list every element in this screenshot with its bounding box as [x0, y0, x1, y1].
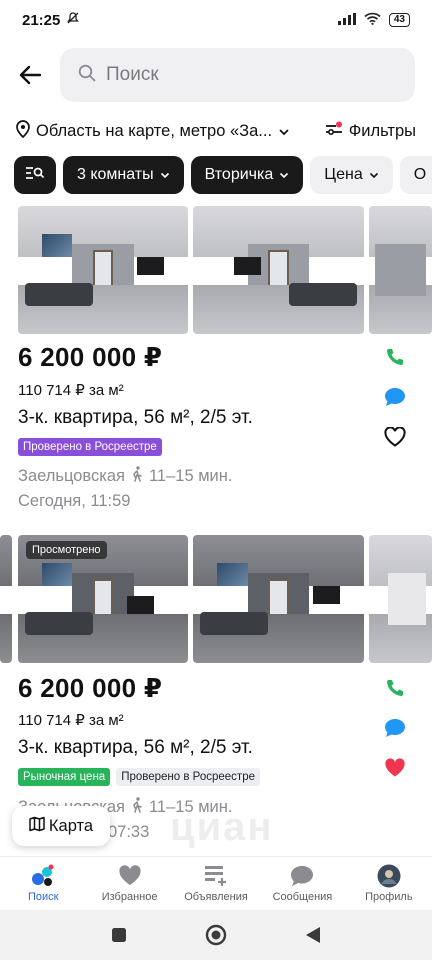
back-arrow-icon[interactable]: [18, 63, 42, 87]
chip-market-type-label: Вторичка: [204, 166, 274, 183]
heart-icon: [118, 864, 142, 888]
metro-station: Заельцовская: [18, 467, 125, 485]
listing-photo[interactable]: Просмотрено: [18, 535, 188, 663]
nav-listings[interactable]: Объявления: [173, 857, 259, 910]
chip-more-label: О: [413, 166, 427, 183]
filter-chips: 3 комнаты Вторичка Цена О: [14, 156, 432, 194]
viewed-badge: Просмотрено: [26, 541, 107, 559]
cian-watermark: циан: [170, 805, 274, 849]
market-price-badge: Рыночная цена: [18, 768, 111, 786]
chip-rooms-label: 3 комнаты: [77, 166, 154, 183]
nav-messages-label: Сообщения: [272, 891, 333, 903]
battery-icon: 43: [388, 13, 410, 27]
listing-photo[interactable]: [369, 206, 432, 334]
search-box[interactable]: [60, 48, 415, 102]
recents-icon[interactable]: [111, 927, 127, 943]
chat-icon: [290, 864, 314, 888]
listing-photo[interactable]: [369, 535, 432, 663]
nav-search-label: Поиск: [27, 891, 59, 903]
location-row: Область на карте, метро «За... Фильтры: [0, 114, 432, 148]
chip-price[interactable]: Цена: [310, 156, 393, 194]
price-per-m2: 110 714 ₽ за м²: [18, 382, 124, 399]
filters-label: Фильтры: [348, 121, 416, 140]
listing-actions: [384, 346, 406, 448]
chevron-down-icon: [369, 166, 379, 184]
signal-icon: [337, 12, 356, 29]
avatar-icon: [377, 864, 401, 888]
chat-icon[interactable]: [384, 717, 406, 739]
system-navigation-bar: [0, 910, 432, 960]
rosreestr-verified-badge: Проверено в Росреестре: [116, 768, 260, 786]
status-time-group: 21:25: [22, 11, 80, 29]
search-icon: [78, 64, 96, 87]
nav-search[interactable]: Поиск: [0, 857, 86, 910]
search-logo-icon: [30, 864, 56, 888]
list-search-icon: [25, 166, 45, 185]
chip-rooms[interactable]: 3 комнаты: [63, 156, 184, 194]
phone-icon[interactable]: [384, 346, 406, 368]
location-selector[interactable]: Область на карте, метро «За...: [16, 119, 290, 143]
back-triangle-icon[interactable]: [305, 926, 321, 944]
price-per-m2: 110 714 ₽ за м²: [18, 712, 124, 729]
listings-add-icon: [204, 864, 228, 888]
walking-icon: [131, 797, 143, 818]
search-row: [0, 46, 432, 104]
listing-price: 6 200 000 ₽: [18, 342, 163, 372]
listing-actions: [384, 677, 406, 779]
photo-gallery[interactable]: [0, 206, 432, 334]
chat-icon[interactable]: [384, 386, 406, 408]
listing-title: 3-к. квартира, 56 м², 2/5 эт.: [18, 737, 253, 758]
chip-more[interactable]: О: [399, 156, 432, 194]
filters-icon: [325, 121, 343, 142]
status-time: 21:25: [22, 11, 61, 29]
listing-tags: Проверено в Росреестре: [18, 438, 162, 456]
favorite-heart-icon[interactable]: [384, 757, 406, 779]
map-button-label: Карта: [48, 816, 94, 835]
map-button[interactable]: Карта: [12, 806, 110, 846]
listing-card[interactable]: 6 200 000 ₽ 110 714 ₽ за м² 3-к. квартир…: [0, 206, 432, 522]
listing-price: 6 200 000 ₽: [18, 673, 163, 703]
map-icon: [29, 816, 45, 837]
nav-messages[interactable]: Сообщения: [259, 857, 345, 910]
favorite-heart-icon[interactable]: [384, 426, 406, 448]
walk-time: 11–15 мин.: [148, 467, 233, 485]
wifi-icon: [364, 12, 381, 29]
photo-gallery[interactable]: Просмотрено: [0, 535, 432, 663]
listing-photo[interactable]: [193, 206, 364, 334]
listing-date: Сегодня, 11:59: [18, 492, 131, 510]
chevron-down-icon: [160, 166, 170, 184]
rosreestr-verified-badge: Проверено в Росреестре: [18, 438, 162, 456]
nav-profile-label: Профиль: [365, 891, 413, 903]
status-bar: 21:25 43: [0, 0, 432, 40]
status-icons: 43: [337, 12, 410, 29]
listing-title: 3-к. квартира, 56 м², 2/5 эт.: [18, 407, 253, 428]
location-label: Область на карте, метро «За...: [36, 121, 273, 140]
metro-info: Заельцовская 11–15 мин.: [18, 466, 232, 487]
nav-favorites[interactable]: Избранное: [86, 857, 172, 910]
listing-photo[interactable]: [18, 206, 188, 334]
sort-list-chip[interactable]: [14, 156, 56, 194]
listing-photo[interactable]: [0, 535, 12, 663]
phone-icon[interactable]: [384, 677, 406, 699]
search-input[interactable]: [106, 64, 376, 86]
listing-tags: Рыночная цена Проверено в Росреестре: [18, 768, 260, 786]
nav-profile[interactable]: Профиль: [346, 857, 432, 910]
chevron-down-icon: [279, 166, 289, 184]
listing-card[interactable]: Просмотрено 6 200 000 ₽ 110 714 ₽ за м² …: [0, 535, 432, 845]
mute-icon: [66, 11, 80, 29]
chevron-down-icon: [278, 122, 290, 141]
location-pin-icon: [16, 119, 30, 143]
bottom-navigation: Поиск Избранное Объявления Сообщения Про…: [0, 856, 432, 910]
nav-listings-label: Объявления: [184, 891, 248, 903]
nav-favorites-label: Избранное: [101, 891, 158, 903]
chip-market-type[interactable]: Вторичка: [190, 156, 304, 194]
listing-date: 07:33: [108, 823, 150, 841]
walking-icon: [131, 466, 143, 487]
filters-button[interactable]: Фильтры: [325, 121, 416, 142]
listing-photo[interactable]: [193, 535, 364, 663]
chip-price-label: Цена: [324, 166, 363, 183]
home-icon[interactable]: [205, 924, 227, 946]
